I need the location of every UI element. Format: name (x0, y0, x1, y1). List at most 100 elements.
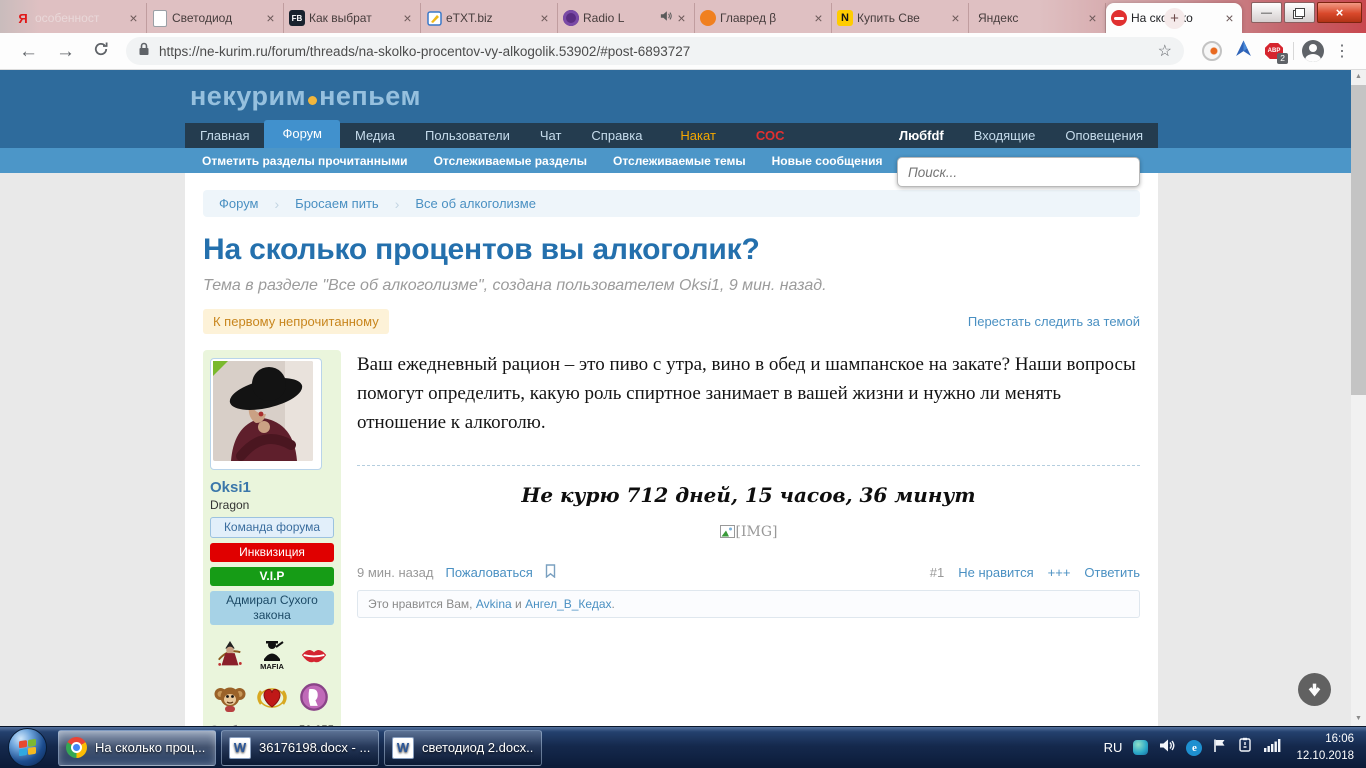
nav-item-polzovateli[interactable]: Пользователи (410, 123, 525, 148)
thread-subtitle: Тема в разделе "Все об алкоголизме", соз… (203, 277, 1140, 295)
forward-icon[interactable]: → (56, 42, 75, 61)
scrollbar-down-arrow[interactable]: ▼ (1351, 712, 1366, 726)
tab-close-icon[interactable]: × (948, 10, 963, 26)
url-field[interactable]: https://ne-kurim.ru/forum/threads/na-sko… (126, 37, 1184, 65)
breadcrumb-brosaem-pit[interactable]: Бросаем пить (295, 196, 379, 211)
taskbar-button-word-2[interactable]: W светодиод 2.docx... (384, 730, 542, 766)
nav-item-inbox[interactable]: Входящие (959, 123, 1051, 148)
tray-e-icon[interactable]: e (1186, 740, 1202, 756)
tab-close-icon[interactable]: × (263, 10, 278, 26)
tab-close-icon[interactable]: × (811, 10, 826, 26)
extension-blue-icon[interactable] (1235, 40, 1252, 62)
tab-close-icon[interactable]: × (126, 10, 141, 26)
tab-close-icon[interactable]: × (1222, 10, 1237, 26)
extension-dial-icon[interactable] (1202, 41, 1222, 61)
scroll-to-bottom-button[interactable] (1298, 673, 1331, 706)
cameo-award-icon (298, 680, 330, 714)
badge-team: Команда форума (210, 517, 334, 538)
safely-remove-icon[interactable] (1237, 737, 1253, 758)
taskbar: На сколько проц... W 36176198.docx - ...… (0, 726, 1366, 768)
browser-tab-yandex[interactable]: Яндекс × (969, 3, 1106, 33)
scrollbar[interactable]: ▲ ▼ (1351, 70, 1366, 726)
dislike-link[interactable]: Не нравится (958, 565, 1033, 580)
browser-tab-svetodiod[interactable]: Светодиод × (147, 3, 284, 33)
nav-item-glavnaya[interactable]: Главная (185, 123, 264, 148)
post-body: Ваш ежедневный рацион – это пиво с утра,… (357, 350, 1140, 726)
restore-button[interactable] (1284, 2, 1315, 23)
nav-item-nakat[interactable]: Накат (665, 123, 731, 148)
scrollbar-up-arrow[interactable]: ▲ (1351, 70, 1366, 84)
tab-title: Светодиод (172, 11, 259, 25)
nav-item-alerts[interactable]: Оповещения (1050, 123, 1158, 148)
reload-icon[interactable] (93, 41, 109, 61)
page-viewport: некуримнепьем Главная Форум Медиа Пользо… (0, 70, 1366, 726)
profile-avatar-icon[interactable] (1302, 40, 1324, 62)
start-button[interactable] (8, 728, 47, 767)
browser-tab-radio[interactable]: Radio L × (558, 3, 695, 33)
nav-item-username[interactable]: Любfdf (884, 123, 959, 148)
url-text: https://ne-kurim.ru/forum/threads/na-sko… (159, 44, 1150, 59)
tray-app-icon[interactable] (1133, 740, 1148, 755)
action-center-flag-icon[interactable] (1213, 738, 1226, 758)
subnav-watched-threads[interactable]: Отслеживаемые темы (613, 154, 746, 168)
tab-close-icon[interactable]: × (674, 10, 689, 26)
search-input[interactable] (898, 158, 1139, 186)
post-time: 9 мин. назад (357, 565, 433, 580)
reply-link[interactable]: Ответить (1084, 565, 1140, 580)
minimize-button[interactable]: — (1251, 2, 1282, 23)
new-tab-button[interactable]: + (1164, 8, 1185, 29)
adblock-icon[interactable]: ABP 2 (1265, 43, 1283, 59)
first-unread-button[interactable]: К первому непрочитанному (203, 309, 389, 334)
breadcrumb-vse-ob-alkogolizme[interactable]: Все об алкоголизме (415, 196, 536, 211)
browser-tab-yandex-article[interactable]: Я особенност × (10, 3, 147, 33)
tab-close-icon[interactable]: × (1085, 10, 1100, 26)
subnav-mark-read[interactable]: Отметить разделы прочитанными (202, 154, 408, 168)
browser-tab-etxt[interactable]: eTXT.biz × (421, 3, 558, 33)
radio-favicon (563, 10, 579, 26)
browser-tab-fb[interactable]: FB Как выбрат × (284, 3, 421, 33)
close-button[interactable]: × (1317, 2, 1362, 23)
taskbar-button-word-1[interactable]: W 36176198.docx - ... (221, 730, 379, 766)
liker-link[interactable]: Avkina (476, 597, 512, 611)
post-number[interactable]: #1 (930, 565, 944, 580)
sub-navigation: Отметить разделы прочитанными Отслеживае… (0, 148, 1366, 173)
yandex-favicon: Я (15, 10, 31, 26)
nav-item-spravka[interactable]: Справка (576, 123, 657, 148)
author-username[interactable]: Oksi1 (210, 479, 334, 496)
badge-admiral: Адмирал Сухого закона (210, 591, 334, 625)
breadcrumb-forum[interactable]: Форум (219, 196, 259, 211)
plus-link[interactable]: +++ (1048, 565, 1071, 580)
taskbar-button-chrome[interactable]: На сколько проц... (58, 730, 216, 766)
site-logo[interactable]: некуримнепьем (190, 81, 421, 112)
browser-menu-icon[interactable]: ⋮ (1334, 41, 1350, 61)
language-indicator[interactable]: RU (1104, 740, 1123, 755)
tab-title: Radio L (583, 11, 656, 25)
unwatch-thread-link[interactable]: Перестать следить за темой (968, 314, 1140, 329)
browser-tab-kupit[interactable]: N Купить Све × (832, 3, 969, 33)
browser-tab-strip: Я особенност × Светодиод × FB Как выбрат… (0, 0, 1366, 33)
report-link[interactable]: Пожаловаться (445, 565, 532, 580)
nav-item-media[interactable]: Медиа (340, 123, 410, 148)
subnav-watched-forums[interactable]: Отслеживаемые разделы (434, 154, 587, 168)
tab-close-icon[interactable]: × (537, 10, 552, 26)
tab-close-icon[interactable]: × (400, 10, 415, 26)
back-icon[interactable]: ← (19, 42, 38, 61)
volume-icon[interactable] (1159, 738, 1175, 758)
signature-text: Не курю 712 дней, 15 часов, 36 минут (357, 483, 1140, 507)
bookmark-star-icon[interactable]: ☆ (1158, 41, 1172, 61)
screen: Я особенност × Светодиод × FB Как выбрат… (0, 0, 1366, 768)
liker-link[interactable]: Ангел_В_Кедах (525, 597, 611, 611)
scrollbar-thumb[interactable] (1351, 85, 1366, 395)
nav-item-chat[interactable]: Чат (525, 123, 577, 148)
subnav-new-posts[interactable]: Новые сообщения (772, 154, 883, 168)
nav-item-sos[interactable]: СОС (741, 123, 800, 148)
search-box[interactable] (897, 157, 1140, 187)
tab-title: Яндекс (978, 11, 1081, 25)
browser-tab-glavred[interactable]: Главред β × (695, 3, 832, 33)
tray-clock[interactable]: 16:06 12.10.2018 (1296, 731, 1354, 763)
witch-award-icon (214, 638, 246, 672)
nav-item-forum-active[interactable]: Форум (264, 120, 340, 148)
network-signal-icon[interactable] (1264, 738, 1281, 757)
avatar[interactable] (210, 358, 322, 470)
bookmark-icon[interactable] (545, 564, 556, 581)
